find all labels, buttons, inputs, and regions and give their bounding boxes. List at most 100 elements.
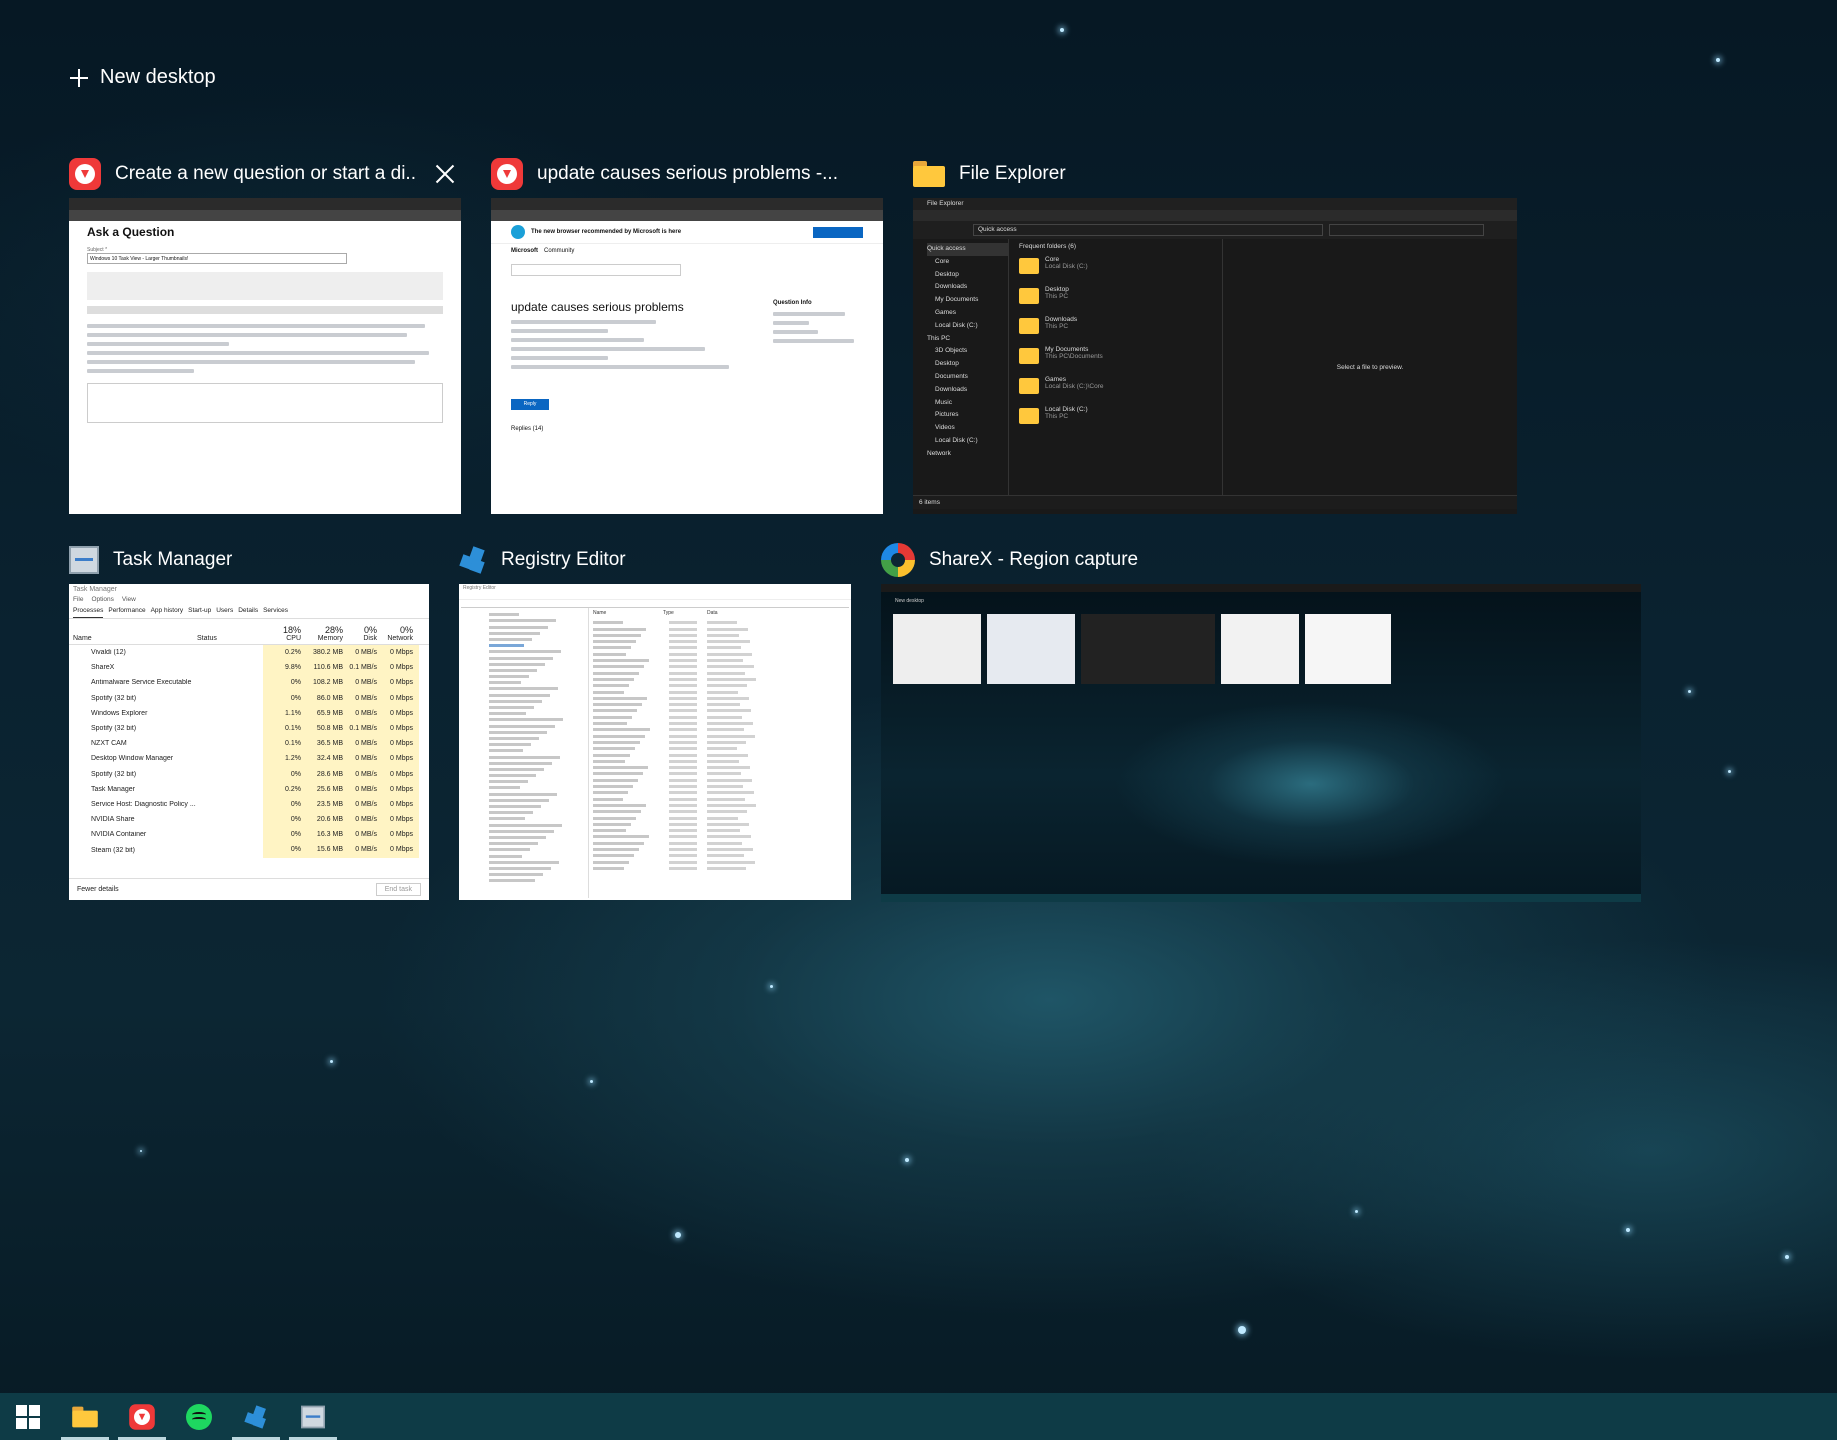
- value-data: [707, 715, 742, 719]
- close-window-button[interactable]: [431, 160, 459, 188]
- tree-line: [489, 780, 528, 784]
- value-type: [669, 772, 697, 776]
- value-data: [707, 753, 748, 757]
- process-row: Vivaldi (12) 0.2% 380.2 MB 0 MB/s 0 Mbps: [69, 645, 429, 661]
- window-title: Create a new question or start a di...: [115, 163, 415, 184]
- value-name: [593, 803, 646, 807]
- process-cpu: 0%: [263, 675, 301, 691]
- tree-line: [489, 848, 530, 852]
- taskbar-task-manager[interactable]: [285, 1393, 341, 1440]
- folder-location: This PC\Documents: [1045, 353, 1103, 360]
- window-title: Task Manager: [113, 549, 233, 570]
- process-name: ShareX: [91, 664, 115, 672]
- value-data: [707, 722, 753, 726]
- tab: Details: [238, 607, 259, 614]
- folder-text: Local Disk (C:) This PC: [1045, 406, 1088, 420]
- tree-line: [489, 774, 536, 778]
- value-name: [593, 747, 635, 751]
- process-network: 0 Mbps: [377, 675, 419, 691]
- thumb-col-disk: Disk: [363, 635, 377, 642]
- folder-name: Desktop: [1045, 286, 1069, 293]
- column-header: Type: [663, 610, 674, 616]
- value-row: [593, 722, 847, 726]
- process-row: Spotify (32 bit) 0% 86.0 MB 0 MB/s 0 Mbps: [69, 690, 429, 706]
- tree-line: [489, 706, 534, 709]
- start-button[interactable]: [0, 1393, 56, 1440]
- value-name: [593, 709, 637, 713]
- taskbar-registry-editor[interactable]: [228, 1393, 284, 1440]
- folder-icon: [1019, 288, 1039, 304]
- tab: Users: [216, 607, 234, 614]
- folder-text: My Documents This PC\Documents: [1045, 346, 1103, 360]
- value-name: [593, 847, 639, 851]
- value-data: [707, 652, 752, 656]
- window-card-sharex[interactable]: ShareX - Region capture New desktop: [881, 540, 1641, 902]
- value-type: [669, 652, 697, 656]
- process-cpu: 0%: [263, 796, 301, 813]
- window-card-file-explorer[interactable]: File Explorer File Explorer Quick access…: [913, 154, 1517, 514]
- value-row: [593, 652, 847, 656]
- taskbar-spotify[interactable]: [171, 1393, 227, 1440]
- thumb-mem-total: 28%: [324, 625, 343, 635]
- tree-line: [489, 873, 543, 877]
- value-type: [669, 633, 697, 637]
- thumb-col-memory: Memory: [317, 635, 343, 642]
- value-name: [593, 621, 623, 625]
- value-type: [669, 866, 697, 870]
- window-card-registry-editor[interactable]: Registry Editor Registry Editor Name Type…: [459, 540, 851, 900]
- value-row: [593, 766, 847, 770]
- tree-line: [489, 693, 550, 697]
- value-type: [669, 740, 697, 744]
- tree-line: [489, 798, 549, 802]
- process-disk: 0.1 MB/s: [343, 720, 377, 737]
- tree-line: [489, 866, 551, 870]
- process-memory: 15.6 MB: [301, 842, 343, 858]
- process-memory: 50.8 MB: [301, 720, 343, 737]
- tree-line: [489, 650, 561, 654]
- taskbar-vivaldi[interactable]: [114, 1393, 170, 1440]
- taskbar-file-explorer[interactable]: [57, 1393, 113, 1440]
- process-disk: 0 MB/s: [343, 645, 377, 661]
- value-type: [669, 665, 697, 669]
- new-desktop-button[interactable]: New desktop: [70, 66, 216, 89]
- window-thumbnail: Registry Editor Name Type Data: [459, 584, 851, 900]
- tree-line: [489, 860, 559, 864]
- value-name: [593, 690, 624, 694]
- value-row: [593, 810, 847, 814]
- thumb-folders: Core Local Disk (C:) Desktop This PC Downloa…: [1019, 256, 1212, 436]
- value-row: [593, 627, 847, 631]
- tab: Start-up: [188, 607, 212, 614]
- process-cpu: 0.2%: [263, 781, 301, 797]
- thumb-net-total: 0%: [399, 625, 413, 635]
- tree-line: [489, 668, 537, 672]
- spotify-icon: [186, 1403, 212, 1430]
- value-type: [669, 829, 697, 833]
- process-cpu: 9.8%: [263, 660, 301, 676]
- window-card-vivaldi-question[interactable]: Create a new question or start a di... A…: [69, 154, 461, 514]
- window-card-vivaldi-update[interactable]: update causes serious problems -... The …: [491, 154, 883, 514]
- value-row: [593, 690, 847, 694]
- window-thumbnail: Ask a Question Subject * Windows 10 Task…: [69, 198, 461, 514]
- process-memory: 36.5 MB: [301, 736, 343, 752]
- value-row: [593, 772, 847, 776]
- value-type: [669, 703, 697, 707]
- nav-item: Core: [935, 257, 950, 265]
- tree-line: [489, 730, 547, 734]
- value-name: [593, 740, 640, 744]
- process-name: Vivaldi (12): [91, 649, 126, 657]
- tree-line: [489, 662, 545, 666]
- menu-item: File: [73, 596, 84, 603]
- value-type: [669, 696, 697, 700]
- value-row: [593, 785, 847, 789]
- value-row: [593, 835, 847, 839]
- value-name: [593, 772, 643, 776]
- value-data: [707, 766, 750, 770]
- window-card-task-manager[interactable]: Task Manager Task Manager File Options Vie…: [69, 540, 429, 900]
- tab: App history: [150, 607, 184, 614]
- value-type: [669, 646, 697, 650]
- tab: Performance: [108, 607, 146, 614]
- thumb-cpu-total: 18%: [282, 625, 301, 635]
- process-row: Steam (32 bit) 0% 15.6 MB 0 MB/s 0 Mbps: [69, 842, 429, 858]
- folder-tile: Games Local Disk (C:)\Core: [1019, 376, 1212, 406]
- value-row: [593, 747, 847, 751]
